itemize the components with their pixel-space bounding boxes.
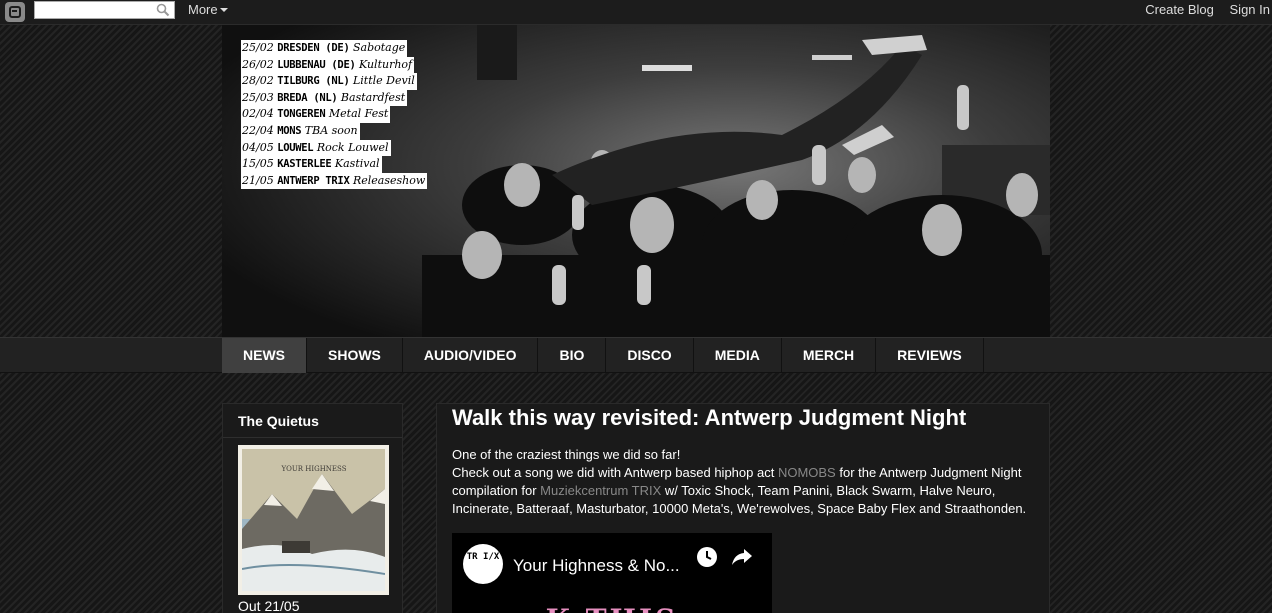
video-title[interactable]: Your Highness & No...: [513, 556, 680, 576]
share-icon[interactable]: [731, 547, 753, 567]
tab-merch[interactable]: MERCH: [782, 338, 877, 373]
tour-row: 04/05 LOUWEL Rock Louwel: [241, 139, 391, 157]
sidebar-widget: The Quietus YOUR HIGHNESS Out 21/05: [222, 403, 403, 613]
blogger-navbar: More Create Blog Sign In: [0, 0, 1272, 25]
post-title[interactable]: Walk this way revisited: Antwerp Judgmen…: [452, 405, 1034, 431]
post-body: One of the craziest things we did so far…: [452, 446, 1034, 518]
post-paragraph: Check out a song we did with Antwerp bas…: [452, 465, 1027, 516]
video-thumbnail-art: K THIS: [546, 603, 679, 613]
blogger-logo-icon[interactable]: [5, 2, 25, 22]
tab-news[interactable]: NEWS: [222, 338, 307, 373]
tab-shows[interactable]: SHOWS: [307, 338, 403, 373]
svg-text:YOUR HIGHNESS: YOUR HIGHNESS: [280, 465, 346, 473]
tour-dates-list: 25/02 DRESDEN (DE) Sabotage 26/02 LUBBEN…: [241, 40, 428, 190]
svg-text:K THIS: K THIS: [546, 603, 679, 613]
album-caption: Out 21/05: [238, 598, 300, 613]
tour-row: 26/02 LUBBENAU (DE) Kulturhof: [241, 56, 415, 74]
search-icon[interactable]: [156, 3, 170, 17]
chevron-down-icon: [219, 7, 228, 12]
search-box: [34, 1, 175, 19]
blog-post: Walk this way revisited: Antwerp Judgmen…: [436, 403, 1050, 613]
tour-row: 25/02 DRESDEN (DE) Sabotage: [241, 40, 408, 57]
tab-media[interactable]: MEDIA: [694, 338, 782, 373]
tab-bio[interactable]: BIO: [538, 338, 607, 373]
tour-row: 22/04 MONS TBA soon: [241, 122, 360, 140]
main-navigation: NEWS SHOWS AUDIO/VIDEO BIO DISCO MEDIA M…: [0, 337, 1272, 373]
video-embed[interactable]: TR I/X Your Highness & No... K THIS: [452, 533, 772, 613]
tour-row: 15/05 KASTERLEE Kastival: [241, 156, 382, 173]
trix-link[interactable]: Muziekcentrum TRIX: [540, 483, 661, 498]
create-blog-link[interactable]: Create Blog: [1145, 2, 1214, 17]
album-cover-art: YOUR HIGHNESS: [242, 449, 385, 591]
tour-row: 25/03 BREDA (NL) Bastardfest: [241, 89, 408, 107]
channel-logo-icon[interactable]: TR I/X: [463, 544, 503, 584]
tab-disco[interactable]: DISCO: [606, 338, 694, 373]
tour-row: 02/04 TONGEREN Metal Fest: [241, 106, 391, 123]
search-input[interactable]: [35, 3, 153, 19]
watch-later-icon[interactable]: [696, 546, 718, 568]
navbar-right: Create Blog Sign In: [1133, 2, 1270, 17]
tour-row: 28/02 TILBURG (NL) Little Devil: [241, 73, 417, 90]
album-cover[interactable]: YOUR HIGHNESS: [238, 445, 389, 595]
widget-title: The Quietus: [223, 404, 402, 438]
sign-in-link[interactable]: Sign In: [1230, 2, 1270, 17]
tab-audio-video[interactable]: AUDIO/VIDEO: [403, 338, 539, 373]
tour-row: 21/05 ANTWERP TRIX Releaseshow: [241, 172, 428, 190]
nomobs-link[interactable]: NOMOBS: [778, 465, 836, 480]
more-label: More: [188, 2, 218, 17]
more-menu[interactable]: More: [188, 2, 228, 17]
header-banner[interactable]: 25/02 DRESDEN (DE) Sabotage 26/02 LUBBEN…: [222, 25, 1050, 337]
post-line: One of the craziest things we did so far…: [452, 447, 681, 462]
tab-reviews[interactable]: REVIEWS: [876, 338, 984, 373]
